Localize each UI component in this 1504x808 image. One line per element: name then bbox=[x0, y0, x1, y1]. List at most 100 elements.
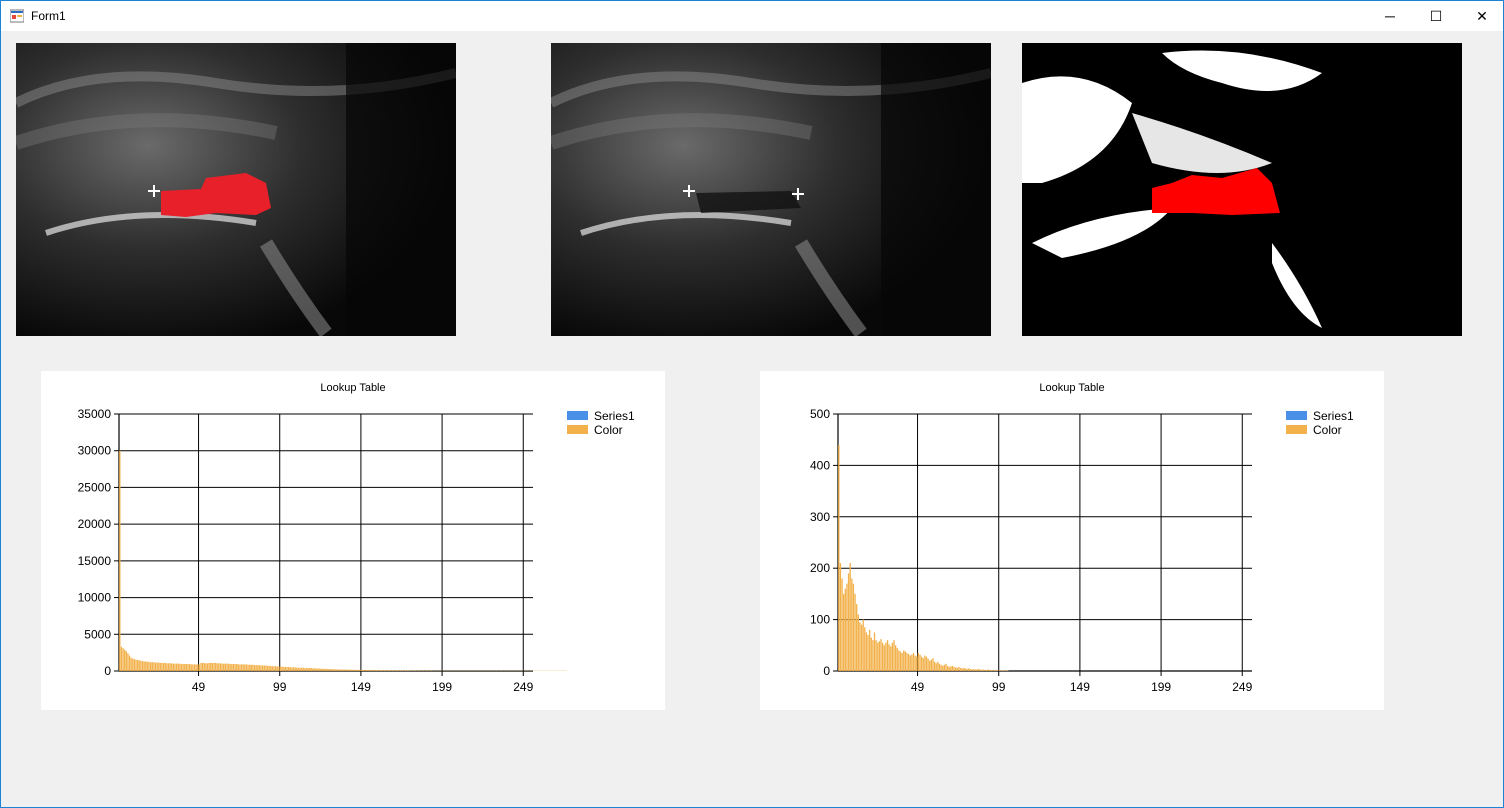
bar bbox=[865, 632, 868, 671]
bar bbox=[132, 658, 134, 671]
bar bbox=[893, 640, 895, 671]
bar bbox=[992, 669, 994, 671]
x-tick-label: 99 bbox=[992, 680, 1006, 694]
y-tick-label: 0 bbox=[823, 664, 830, 678]
bar bbox=[206, 663, 209, 671]
bar bbox=[128, 655, 131, 671]
bar bbox=[932, 658, 934, 671]
bar bbox=[253, 665, 256, 671]
bar bbox=[161, 662, 163, 671]
close-button[interactable]: ✕ bbox=[1459, 1, 1504, 31]
bar bbox=[391, 670, 394, 671]
bar bbox=[143, 661, 145, 671]
y-tick-label: 15000 bbox=[78, 554, 112, 568]
bar bbox=[856, 604, 858, 671]
bar bbox=[154, 662, 157, 671]
bar bbox=[1003, 670, 1006, 671]
bar bbox=[179, 663, 181, 671]
bar bbox=[187, 664, 189, 671]
title-bar[interactable]: Form1 ─ ☐ ✕ bbox=[1, 1, 1503, 31]
bar bbox=[322, 668, 324, 671]
bar bbox=[364, 669, 366, 671]
bar bbox=[396, 670, 399, 671]
chart-title: Lookup Table bbox=[320, 382, 385, 394]
bar bbox=[961, 668, 963, 671]
bar bbox=[252, 664, 254, 671]
bar bbox=[925, 656, 928, 671]
bar bbox=[382, 670, 384, 671]
picturebox-overlay[interactable] bbox=[16, 43, 456, 336]
bar bbox=[315, 668, 317, 671]
bar bbox=[971, 669, 973, 671]
bar bbox=[982, 669, 984, 671]
bar bbox=[309, 668, 311, 671]
x-tick-label: 49 bbox=[192, 680, 206, 694]
bar bbox=[860, 624, 863, 671]
bar bbox=[903, 650, 905, 671]
ultrasound-original-image bbox=[551, 43, 991, 336]
bar bbox=[912, 653, 915, 671]
maximize-button[interactable]: ☐ bbox=[1413, 1, 1459, 31]
bar bbox=[938, 663, 941, 671]
bar bbox=[297, 667, 300, 671]
bar bbox=[124, 649, 126, 671]
bar bbox=[955, 667, 957, 671]
bar bbox=[898, 650, 900, 671]
bar bbox=[203, 662, 205, 671]
bar bbox=[348, 669, 350, 671]
picturebox-original[interactable] bbox=[551, 43, 991, 336]
bar bbox=[211, 662, 214, 671]
bar bbox=[881, 642, 884, 671]
bar bbox=[933, 661, 936, 671]
bar bbox=[317, 668, 319, 671]
bar bbox=[188, 664, 191, 671]
picturebox-threshold[interactable] bbox=[1022, 43, 1462, 336]
y-tick-label: 10000 bbox=[78, 591, 112, 605]
bar bbox=[214, 662, 217, 671]
bar bbox=[287, 666, 290, 671]
bar bbox=[380, 670, 382, 671]
bar bbox=[302, 667, 304, 671]
bar bbox=[400, 670, 402, 671]
minimize-button[interactable]: ─ bbox=[1367, 1, 1413, 31]
chart-canvas-1: Lookup Table 0 5000 10000 15000 20000 25000 300… bbox=[78, 382, 635, 694]
bar bbox=[268, 665, 270, 671]
bar bbox=[278, 666, 280, 671]
bar bbox=[375, 670, 377, 671]
bar bbox=[244, 664, 246, 671]
bar bbox=[219, 663, 222, 671]
bar bbox=[229, 664, 231, 671]
bar bbox=[149, 662, 152, 671]
bar bbox=[200, 662, 202, 671]
bar bbox=[899, 651, 902, 671]
bar bbox=[351, 669, 353, 671]
chart-canvas-2: Lookup Table 0 100 200 300 400 500 49 99 149 199 24… bbox=[810, 382, 1354, 694]
bar bbox=[981, 669, 983, 671]
legend-label: Color bbox=[1313, 423, 1342, 437]
bar bbox=[404, 670, 407, 671]
bar bbox=[145, 661, 147, 671]
bar bbox=[904, 651, 907, 671]
chart-lookup-table-1: Lookup Table 0 5000 10000 15000 20000 25000 300… bbox=[41, 371, 665, 710]
bar bbox=[330, 669, 332, 671]
bar bbox=[236, 664, 238, 671]
bar bbox=[310, 668, 313, 671]
bar bbox=[242, 664, 244, 671]
bar bbox=[383, 670, 386, 671]
bar bbox=[374, 670, 376, 671]
bar bbox=[361, 669, 363, 671]
bar bbox=[341, 669, 343, 671]
bar bbox=[979, 669, 981, 671]
bar bbox=[299, 667, 301, 671]
bar bbox=[946, 665, 949, 671]
x-tick-label: 149 bbox=[351, 680, 371, 694]
minimize-icon: ─ bbox=[1385, 8, 1395, 24]
bar bbox=[864, 627, 866, 671]
bar bbox=[156, 662, 158, 671]
bar bbox=[387, 670, 389, 671]
bar bbox=[184, 664, 186, 671]
bar bbox=[408, 670, 410, 671]
bar bbox=[205, 663, 207, 671]
bar bbox=[927, 658, 929, 671]
bar bbox=[943, 664, 946, 671]
